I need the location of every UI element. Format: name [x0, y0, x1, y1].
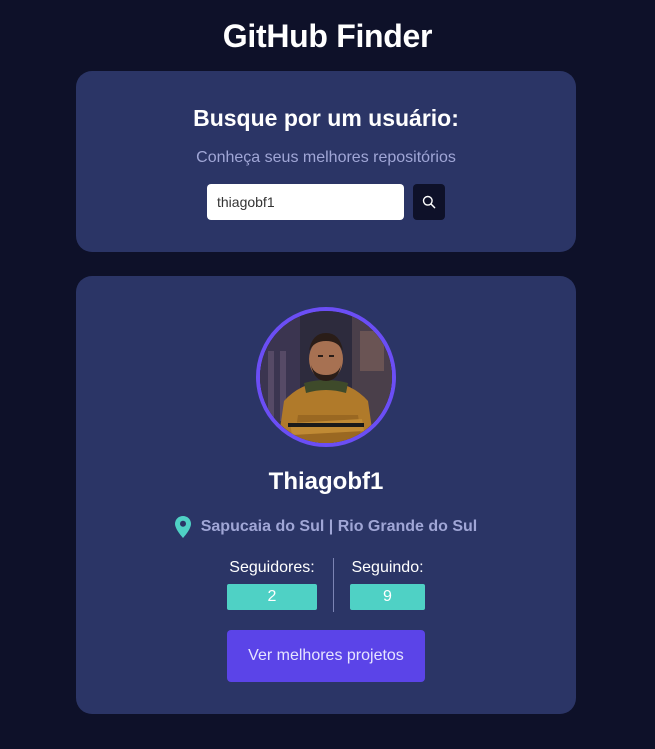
- location-text: Sapucaia do Sul | Rio Grande do Sul: [200, 518, 478, 535]
- avatar: [256, 307, 396, 447]
- search-card: Busque por um usuário: Conheça seus melh…: [76, 71, 576, 252]
- search-subtitle: Conheça seus melhores repositórios: [196, 149, 456, 166]
- user-location: Sapucaia do Sul | Rio Grande do Sul: [76, 515, 576, 539]
- followers-stat: Seguidores: 2: [227, 558, 317, 610]
- avatar-image: [260, 311, 392, 443]
- profile-card: Thiagobf1 Sapucaia do Sul | Rio Grande d…: [76, 276, 576, 714]
- user-name: Thiagobf1: [268, 468, 384, 495]
- stats: Seguidores: 2 Seguindo: 9: [76, 558, 576, 612]
- search-button[interactable]: [413, 184, 445, 220]
- following-label: Seguindo:: [351, 559, 424, 576]
- following-stat: Seguindo: 9: [350, 558, 425, 610]
- app-title: GitHub Finder: [222, 18, 433, 54]
- following-count: 9: [350, 584, 425, 610]
- view-projects-button[interactable]: Ver melhores projetos: [227, 630, 425, 682]
- search-heading: Busque por um usuário:: [193, 105, 459, 131]
- search-input[interactable]: [207, 184, 404, 220]
- followers-count: 2: [227, 584, 317, 610]
- search-icon: [422, 195, 436, 209]
- followers-label: Seguidores:: [229, 559, 315, 576]
- stats-divider: [333, 558, 334, 612]
- map-pin-icon: [174, 516, 191, 538]
